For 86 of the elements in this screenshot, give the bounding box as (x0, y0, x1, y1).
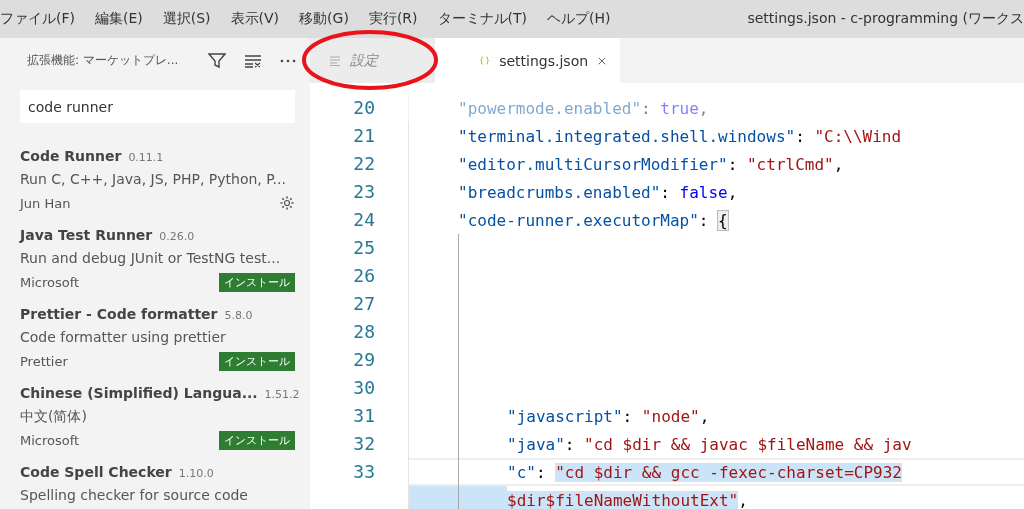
extension-version: 1.10.0 (178, 466, 214, 480)
code-token: false (679, 182, 728, 202)
code-token: "javascript" (507, 406, 623, 426)
code-token: "node" (641, 406, 700, 426)
code-token: "c" (507, 462, 536, 482)
line-number: 27 (352, 292, 375, 316)
code-token: : (641, 98, 652, 118)
code-token: , (699, 406, 710, 426)
menu-item[interactable]: ターミナル(T) (437, 10, 527, 28)
code-token: , (727, 182, 738, 202)
line-number: 30 (352, 376, 375, 400)
code-token: "breadcrumbs.enabled" (458, 182, 661, 202)
extension-publisher: Prettier (20, 353, 68, 369)
line-number: 28 (352, 320, 375, 344)
line-number: 33 (352, 460, 375, 484)
menu-item[interactable]: 表示(V) (230, 10, 280, 28)
code-token: : (698, 210, 710, 230)
install-button[interactable]: インストール (219, 272, 295, 292)
extension-name[interactable]: Code Spell Checker (20, 463, 172, 480)
extension-name[interactable]: Java Test Runner (20, 226, 153, 243)
code-token: , (738, 490, 748, 509)
extension-publisher: Jun Han (20, 195, 71, 211)
code-token: : (660, 182, 671, 202)
extension-publisher: Microsoft (20, 432, 80, 448)
code-token: "java" (507, 434, 565, 454)
line-number: 20 (352, 96, 375, 120)
extension-version: 5.8.0 (224, 308, 253, 322)
menu-item[interactable]: 編集(E) (95, 10, 143, 28)
settings-icon[interactable] (279, 195, 295, 211)
braces-icon (480, 54, 490, 67)
menu-item[interactable]: ヘルプ(H) (547, 10, 611, 28)
line-number: 31 (352, 404, 375, 428)
extension-description: Spelling checker for source code (20, 486, 249, 505)
code-token: : (622, 406, 634, 426)
line-number: 22 (352, 152, 375, 176)
menu-item[interactable]: 選択(S) (162, 10, 211, 28)
line-number: 32 (352, 432, 375, 456)
extension-description: Run C, C++, Java, JS, PHP, Python, P... (20, 170, 287, 189)
code-token: { (718, 210, 728, 230)
line-number: 21 (352, 124, 375, 148)
code-token: : (535, 462, 547, 482)
code-token: "C:\\Wind (814, 126, 902, 146)
tab-label: settings.json (499, 52, 589, 69)
filter-icon[interactable] (208, 52, 226, 69)
extension-version: 1.51.2 (264, 387, 300, 401)
extension-publisher: Microsoft (20, 274, 80, 290)
line-number: 25 (352, 236, 375, 260)
code-token: "editor.multiCursorModifier" (458, 154, 728, 174)
extension-description: Code formatter using prettier (20, 328, 227, 347)
install-button[interactable]: インストール (219, 430, 295, 450)
code-token: $dir$fileNameWithoutExt" (507, 490, 739, 509)
more-icon[interactable] (280, 58, 296, 63)
extension-version: 0.26.0 (159, 229, 195, 243)
code-token: : (795, 126, 806, 146)
line-number: 26 (352, 264, 375, 288)
code-token: , (833, 154, 844, 174)
extension-name[interactable]: Code Runner (20, 147, 122, 164)
code-token: : (727, 154, 739, 174)
code-token: "code-runner.executorMap" (458, 210, 699, 230)
code-token: "cd $dir && javac $fileName && jav (584, 434, 912, 454)
code-token: true (660, 98, 699, 118)
menu-item[interactable]: 移動(G) (299, 10, 349, 28)
code-token: , (698, 98, 709, 118)
code-token: : (564, 434, 576, 454)
code-token: "ctrlCmd" (747, 154, 834, 174)
editor-tab[interactable]: settings.json (435, 38, 620, 83)
lines-icon (330, 55, 340, 66)
line-number: 29 (352, 348, 375, 372)
menu-item[interactable]: ファイル(F) (0, 10, 75, 28)
line-number: 23 (352, 180, 375, 204)
tab-label: 設定 (350, 51, 378, 70)
sidebar-title: 拡張機能: マーケットプレ... (27, 52, 180, 69)
window-title: settings.json - c-programming (ワークス (746, 10, 1024, 28)
line-number: 24 (352, 208, 375, 232)
install-button[interactable]: インストール (219, 351, 295, 371)
extension-name[interactable]: Prettier - Code formatter (20, 305, 218, 322)
extension-name[interactable]: Chinese (Simplified) Langua... (20, 384, 258, 401)
extension-description: 中文(简体) (20, 407, 88, 426)
extension-version: 0.11.1 (128, 150, 164, 164)
code-token: "powermode.enabled" (458, 98, 642, 118)
menu-item[interactable]: 実行(R) (368, 10, 418, 28)
code-token: "cd $dir && gcc -fexec-charset=CP932 (555, 462, 902, 482)
extension-description: Run and debug JUnit or TestNG test... (20, 249, 282, 268)
search-field[interactable]: code runner (20, 90, 295, 123)
code-token: "terminal.integrated.shell.windows" (458, 126, 796, 146)
clear-icon[interactable] (244, 53, 262, 68)
